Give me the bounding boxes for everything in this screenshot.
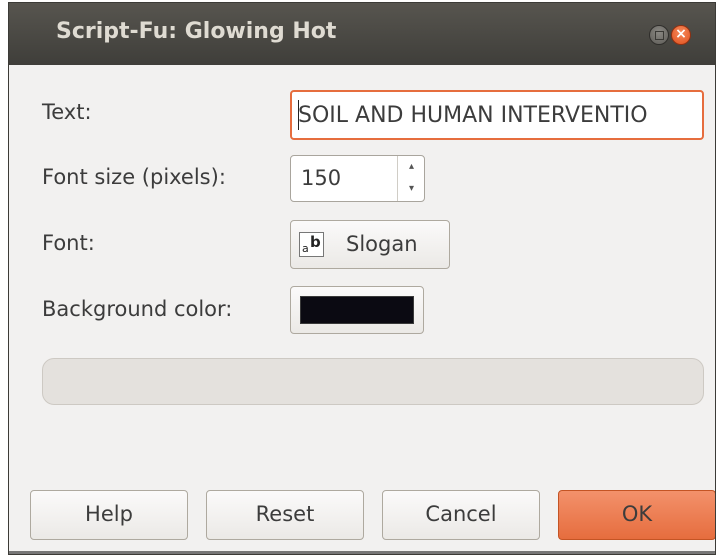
background-color-button[interactable]	[290, 286, 424, 334]
progress-bar	[42, 358, 704, 405]
window-bottom-edge	[9, 551, 715, 554]
font-size-value: 150	[301, 166, 342, 190]
font-icon-bold-letter: b	[310, 233, 321, 251]
spin-down-icon[interactable]: ▾	[398, 178, 425, 200]
dialog-window: Script-Fu: Glowing Hot × Text: SOIL AND …	[8, 2, 716, 555]
font-name: Slogan	[346, 232, 418, 256]
text-label: Text:	[42, 100, 92, 124]
ok-button[interactable]: OK	[558, 490, 715, 540]
font-select-button[interactable]: a b Slogan	[290, 220, 450, 269]
help-button[interactable]: Help	[30, 490, 188, 540]
font-size-label: Font size (pixels):	[42, 165, 226, 189]
window-title: Script-Fu: Glowing Hot	[56, 19, 337, 44]
font-label: Font:	[42, 231, 95, 255]
font-icon-small-letter: a	[302, 242, 309, 255]
text-input-value: SOIL AND HUMAN INTERVENTIO	[298, 103, 648, 128]
spin-arrows: ▴ ▾	[397, 156, 425, 201]
title-bar[interactable]: Script-Fu: Glowing Hot ×	[9, 3, 715, 65]
close-icon[interactable]: ×	[671, 25, 691, 45]
color-swatch	[300, 296, 414, 324]
font-size-spinbutton[interactable]: 150 ▴ ▾	[290, 155, 425, 202]
text-input[interactable]: SOIL AND HUMAN INTERVENTIO	[290, 90, 704, 140]
maximize-icon[interactable]	[649, 25, 669, 45]
reset-button[interactable]: Reset	[206, 490, 364, 540]
background-color-label: Background color:	[42, 297, 233, 321]
font-icon: a b	[299, 232, 324, 257]
spin-up-icon[interactable]: ▴	[398, 156, 425, 178]
cancel-button[interactable]: Cancel	[382, 490, 540, 540]
